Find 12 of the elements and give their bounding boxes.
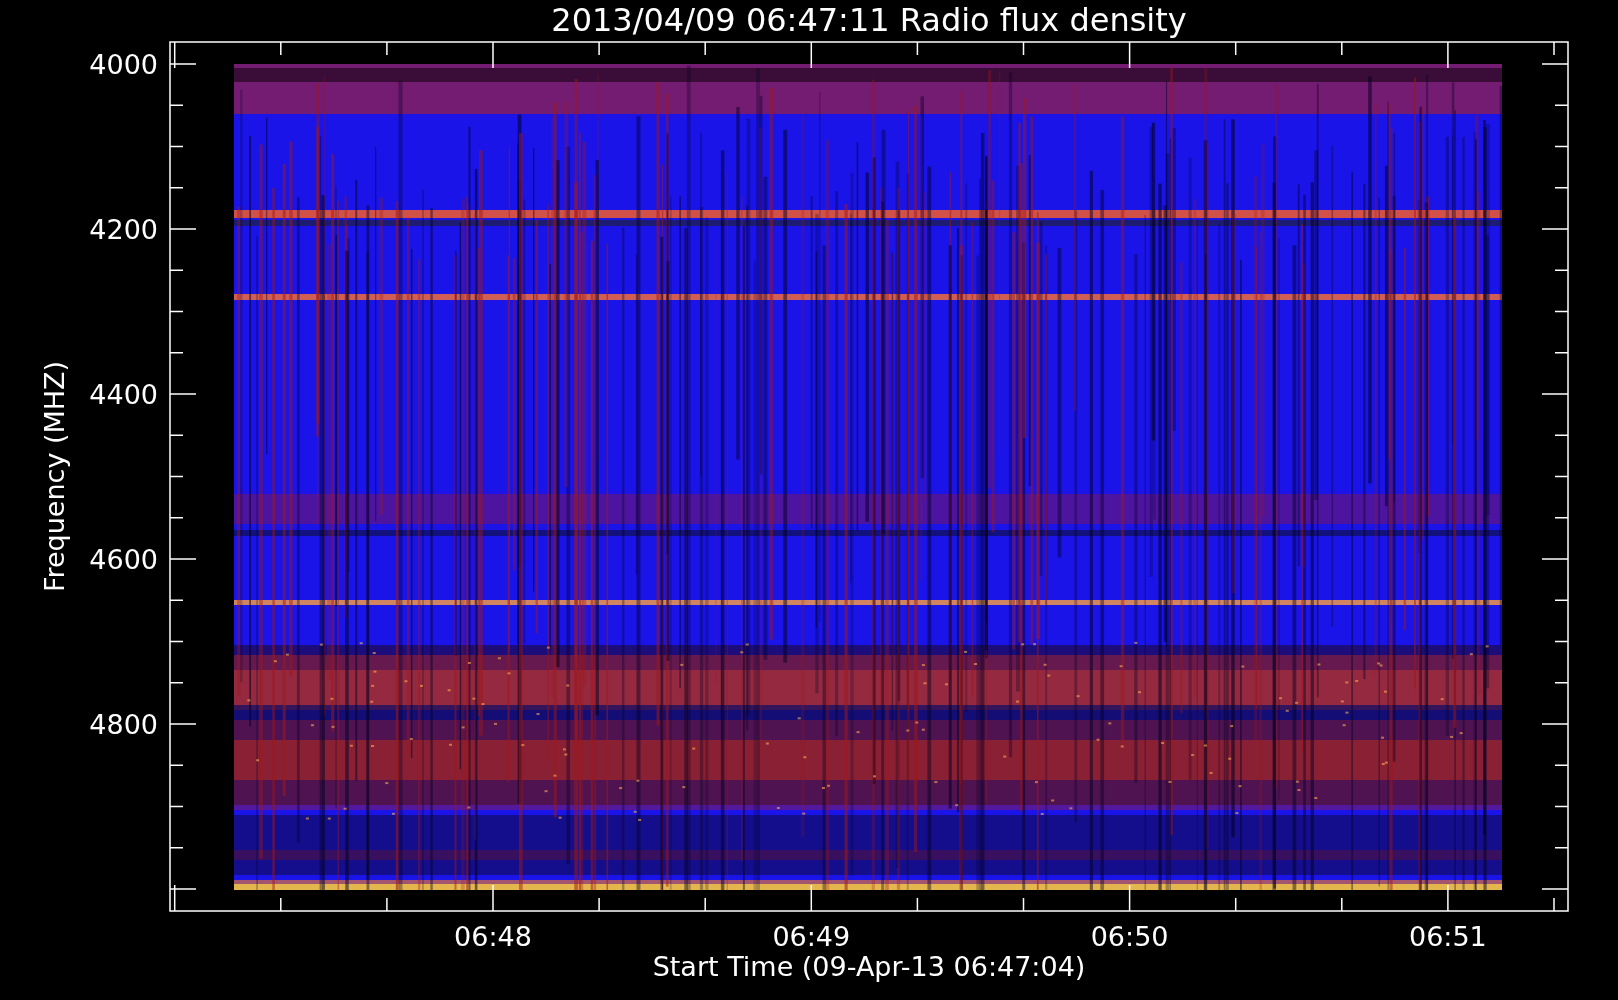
y-tick-label: 4600 bbox=[89, 544, 158, 575]
y-tick-label: 4200 bbox=[89, 214, 158, 245]
y-tick-label: 4400 bbox=[89, 379, 158, 410]
y-axis-title: Frequency (MHZ) bbox=[39, 360, 70, 593]
x-tick-label: 06:49 bbox=[772, 921, 851, 952]
chart-title: 2013/04/09 06:47:11 Radio flux density bbox=[551, 1, 1187, 39]
x-tick-label: 06:50 bbox=[1090, 921, 1169, 952]
x-axis-title: Start Time (09-Apr-13 06:47:04) bbox=[652, 951, 1086, 982]
x-tick-label: 06:51 bbox=[1409, 921, 1487, 952]
x-tick-label: 06:48 bbox=[454, 921, 532, 952]
y-tick-label: 4800 bbox=[89, 709, 158, 740]
y-tick-label: 4000 bbox=[89, 49, 158, 80]
